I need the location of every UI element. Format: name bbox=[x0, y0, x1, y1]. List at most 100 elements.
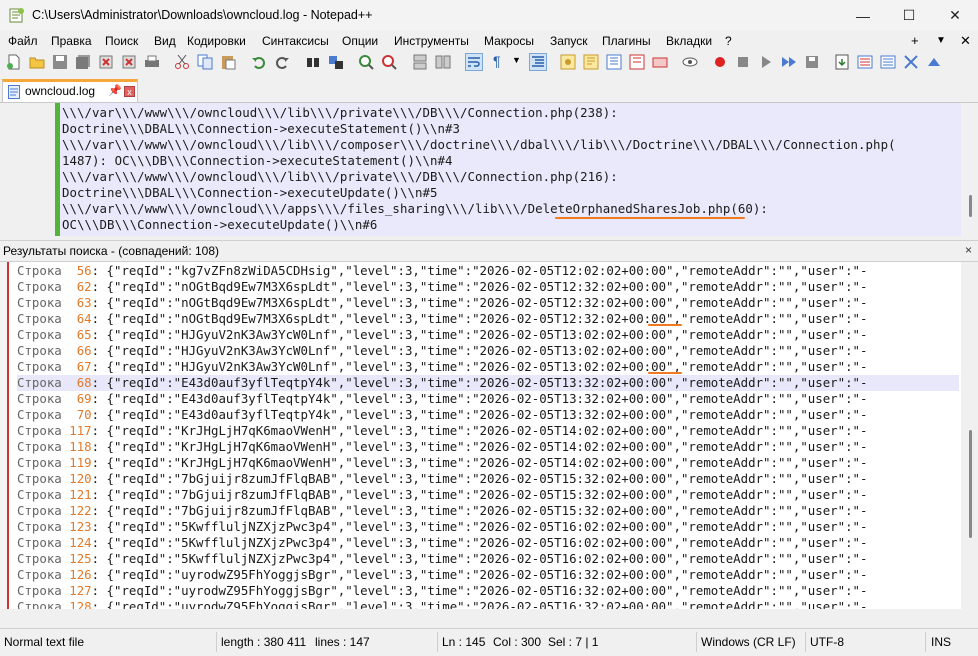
show-chars-dropdown-icon[interactable]: ▼ bbox=[512, 55, 521, 65]
bookmark-icon[interactable] bbox=[834, 54, 850, 70]
add-tab-button[interactable]: + bbox=[911, 33, 919, 48]
editor-scrollbar[interactable] bbox=[961, 103, 978, 236]
close-icon[interactable] bbox=[98, 54, 114, 70]
menu-language[interactable]: Синтаксисы bbox=[262, 34, 329, 48]
search-result-row[interactable]: Строка 67: {"reqId":"HJGyuV2nK3Aw3YcW0Ln… bbox=[17, 359, 959, 375]
search-result-row[interactable]: Строка 66: {"reqId":"HJGyuV2nK3Aw3YcW0Ln… bbox=[17, 343, 959, 359]
search-result-row[interactable]: Строка 68: {"reqId":"E43d0auf3yflTeqtpY4… bbox=[17, 375, 959, 391]
tab-owncloud-log[interactable]: owncloud.log 📌 x bbox=[2, 79, 138, 102]
search-result-row[interactable]: Строка 121: {"reqId":"7bGjuijr8zumJfFlqB… bbox=[17, 487, 959, 503]
close-all-icon[interactable] bbox=[121, 54, 137, 70]
search-result-row[interactable]: Строка 56: {"reqId":"kg7vZFn8zWiDA5CDHsi… bbox=[17, 263, 959, 279]
menu-window[interactable]: Вкладки bbox=[666, 34, 712, 48]
redo-icon[interactable] bbox=[274, 54, 290, 70]
search-result-row[interactable]: Строка 128: {"reqId":"uyrodwZ95FhYoggjsB… bbox=[17, 599, 959, 609]
results-scroll-thumb[interactable] bbox=[969, 430, 972, 538]
menu-macro[interactable]: Макросы bbox=[484, 34, 534, 48]
editor-scroll-thumb[interactable] bbox=[969, 195, 972, 217]
folder-workspace-icon[interactable] bbox=[629, 54, 645, 70]
menu-help[interactable]: ? bbox=[725, 34, 732, 48]
save-macro-icon[interactable] bbox=[804, 54, 820, 70]
result-line-prefix: Строка bbox=[17, 263, 62, 278]
menu-edit[interactable]: Правка bbox=[51, 34, 92, 48]
search-result-row[interactable]: Строка 65: {"reqId":"HJGyuV2nK3Aw3YcW0Ln… bbox=[17, 327, 959, 343]
status-eol[interactable]: Windows (CR LF) bbox=[701, 635, 796, 649]
paste-icon[interactable] bbox=[220, 54, 236, 70]
search-results-title: Результаты поиска - (совпадений: 108) bbox=[3, 244, 220, 258]
status-encoding[interactable]: UTF-8 bbox=[810, 635, 844, 649]
results-scrollbar[interactable] bbox=[961, 262, 978, 609]
search-result-row[interactable]: Строка 119: {"reqId":"KrJHgLjH7qK6maoVWe… bbox=[17, 455, 959, 471]
play-macro-icon[interactable] bbox=[758, 54, 774, 70]
word-wrap-icon[interactable] bbox=[465, 53, 483, 71]
menu-tools[interactable]: Инструменты bbox=[394, 34, 469, 48]
close-window-button[interactable]: ✕ bbox=[932, 0, 978, 31]
navigate-up-icon[interactable] bbox=[926, 54, 942, 70]
copy-icon[interactable] bbox=[197, 54, 213, 70]
result-reqid: HJGyuV2nK3Aw3YcW0Lnf bbox=[181, 343, 331, 358]
menu-plugins[interactable]: Плагины bbox=[602, 34, 651, 48]
stop-macro-icon[interactable] bbox=[735, 54, 751, 70]
sync-vertical-icon[interactable] bbox=[412, 54, 428, 70]
function-list-icon[interactable] bbox=[606, 54, 622, 70]
search-result-row[interactable]: Строка 125: {"reqId":"5KwffluljNZXjzPwc3… bbox=[17, 551, 959, 567]
tab-close-icon[interactable]: x bbox=[124, 86, 135, 97]
result-time: 2026-02-05T15:32:02+00:00 bbox=[479, 471, 667, 486]
new-file-icon[interactable] bbox=[6, 54, 22, 70]
search-result-row[interactable]: Строка 124: {"reqId":"5KwffluljNZXjzPwc3… bbox=[17, 535, 959, 551]
search-result-row[interactable]: Строка 118: {"reqId":"KrJHgLjH7qK6maoVWe… bbox=[17, 439, 959, 455]
status-col: Col : 300 bbox=[493, 635, 542, 649]
search-result-row[interactable]: Строка 127: {"reqId":"uyrodwZ95FhYoggjsB… bbox=[17, 583, 959, 599]
compare-icon[interactable] bbox=[857, 54, 873, 70]
sync-horizontal-icon[interactable] bbox=[435, 54, 451, 70]
pin-icon[interactable]: 📌 bbox=[108, 84, 122, 97]
zoom-out-icon[interactable] bbox=[381, 54, 397, 70]
code-line: \\\/var\\\/www\\\/owncloud\\\/lib\\\/com… bbox=[62, 137, 896, 152]
search-result-row[interactable]: Строка 123: {"reqId":"5KwffluljNZXjzPwc3… bbox=[17, 519, 959, 535]
cut-icon[interactable] bbox=[174, 54, 190, 70]
result-line-number: 62 bbox=[76, 279, 92, 294]
minimize-button[interactable]: — bbox=[840, 0, 886, 31]
doc-map-icon[interactable] bbox=[583, 54, 599, 70]
open-file-icon[interactable] bbox=[29, 54, 45, 70]
maximize-button[interactable]: ☐ bbox=[886, 0, 932, 31]
result-line-prefix: Строка bbox=[17, 519, 62, 534]
search-result-row[interactable]: Строка 69: {"reqId":"E43d0auf3yflTeqtpY4… bbox=[17, 391, 959, 407]
search-result-row[interactable]: Строка 122: {"reqId":"7bGjuijr8zumJfFlqB… bbox=[17, 503, 959, 519]
compare-list-icon[interactable] bbox=[880, 54, 896, 70]
tab-list-dropdown[interactable]: ▼ bbox=[936, 35, 946, 46]
close-document-button[interactable]: ✕ bbox=[960, 33, 971, 49]
search-results-close-icon[interactable]: × bbox=[965, 243, 972, 257]
indent-guide-icon[interactable] bbox=[529, 53, 547, 71]
replace-icon[interactable] bbox=[328, 54, 344, 70]
menu-encoding[interactable]: Кодировки bbox=[187, 34, 246, 48]
record-macro-icon[interactable] bbox=[712, 54, 728, 70]
undo-icon[interactable] bbox=[251, 54, 267, 70]
menu-search[interactable]: Поиск bbox=[105, 34, 138, 48]
show-all-chars-icon[interactable]: ¶ bbox=[493, 53, 501, 69]
monitoring-icon[interactable] bbox=[652, 54, 668, 70]
search-result-row[interactable]: Строка 64: {"reqId":"nOGtBqd9Ew7M3X6spLd… bbox=[17, 311, 959, 327]
search-result-row[interactable]: Строка 117: {"reqId":"KrJHgLjH7qK6maoVWe… bbox=[17, 423, 959, 439]
status-insert-mode[interactable]: INS bbox=[931, 635, 951, 649]
save-icon[interactable] bbox=[52, 54, 68, 70]
search-results-list[interactable]: Строка 56: {"reqId":"kg7vZFn8zWiDA5CDHsi… bbox=[0, 262, 978, 609]
play-multiple-icon[interactable] bbox=[781, 54, 797, 70]
search-result-row[interactable]: Строка 126: {"reqId":"uyrodwZ95FhYoggjsB… bbox=[17, 567, 959, 583]
menu-file[interactable]: Файл bbox=[8, 34, 38, 48]
menu-view[interactable]: Вид bbox=[154, 34, 176, 48]
print-icon[interactable] bbox=[144, 54, 160, 70]
search-result-row[interactable]: Строка 63: {"reqId":"nOGtBqd9Ew7M3X6spLd… bbox=[17, 295, 959, 311]
eye-icon[interactable] bbox=[682, 54, 698, 70]
search-result-row[interactable]: Строка 62: {"reqId":"nOGtBqd9Ew7M3X6spLd… bbox=[17, 279, 959, 295]
zoom-in-icon[interactable] bbox=[358, 54, 374, 70]
clear-compare-icon[interactable] bbox=[903, 54, 919, 70]
menu-run[interactable]: Запуск bbox=[550, 34, 588, 48]
define-language-icon[interactable] bbox=[560, 54, 576, 70]
search-result-row[interactable]: Строка 70: {"reqId":"E43d0auf3yflTeqtpY4… bbox=[17, 407, 959, 423]
save-all-icon[interactable] bbox=[75, 54, 91, 70]
find-icon[interactable] bbox=[305, 54, 321, 70]
search-result-row[interactable]: Строка 120: {"reqId":"7bGjuijr8zumJfFlqB… bbox=[17, 471, 959, 487]
editor-pane[interactable]: \\\/var\\\/www\\\/owncloud\\\/lib\\\/pri… bbox=[0, 103, 978, 236]
menu-settings[interactable]: Опции bbox=[342, 34, 378, 48]
